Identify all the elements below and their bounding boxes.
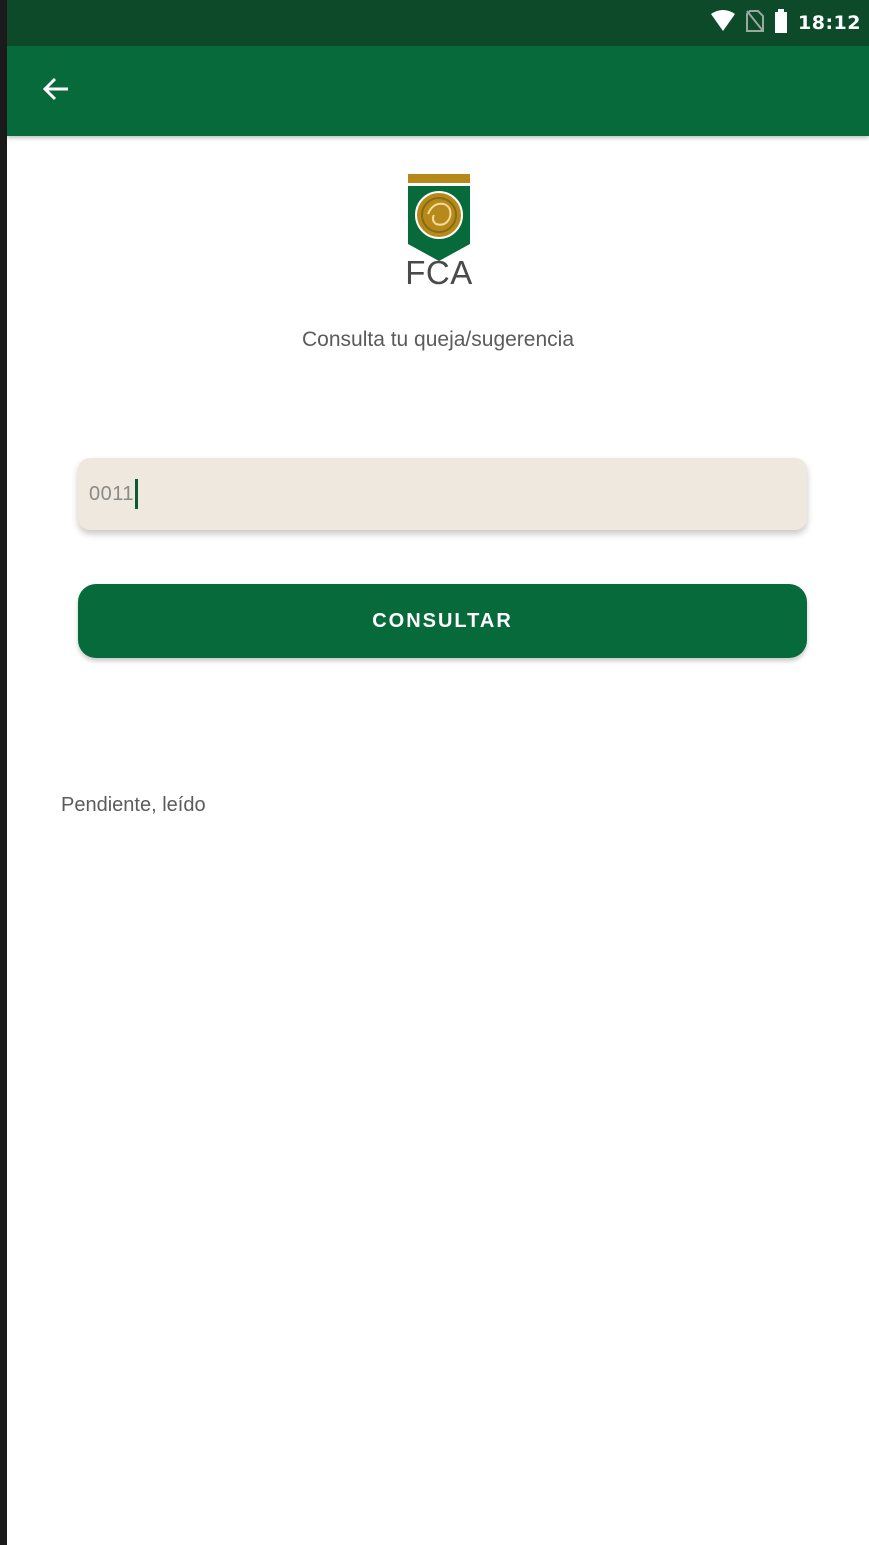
input-value: 0011: [89, 482, 135, 505]
status-time: 18:12: [798, 12, 861, 34]
consultar-button-label: CONSULTAR: [372, 609, 513, 632]
complaint-code-input[interactable]: 0011: [78, 458, 807, 530]
app-bar: [7, 46, 869, 136]
arrow-back-icon: [41, 74, 71, 108]
text-cursor: [135, 479, 139, 509]
status-icons: 18:12: [710, 8, 861, 38]
fca-logo: FCA: [400, 174, 478, 294]
logo-text: FCA: [405, 254, 473, 291]
shield-logo-icon: [408, 174, 470, 261]
page-subtitle: Consulta tu queja/sugerencia: [301, 328, 574, 351]
device-edge: [0, 0, 7, 1545]
back-button[interactable]: [33, 68, 79, 114]
status-result-text: Pendiente, leído: [61, 794, 206, 816]
consultar-button[interactable]: CONSULTAR: [78, 584, 807, 658]
status-bar: 18:12: [7, 0, 869, 46]
wifi-icon: [710, 10, 736, 36]
battery-icon: [774, 9, 788, 37]
app-screen: 18:12 FCA Consulta tu queja/sugerencia 0…: [0, 0, 869, 1545]
no-sim-icon: [746, 10, 765, 36]
